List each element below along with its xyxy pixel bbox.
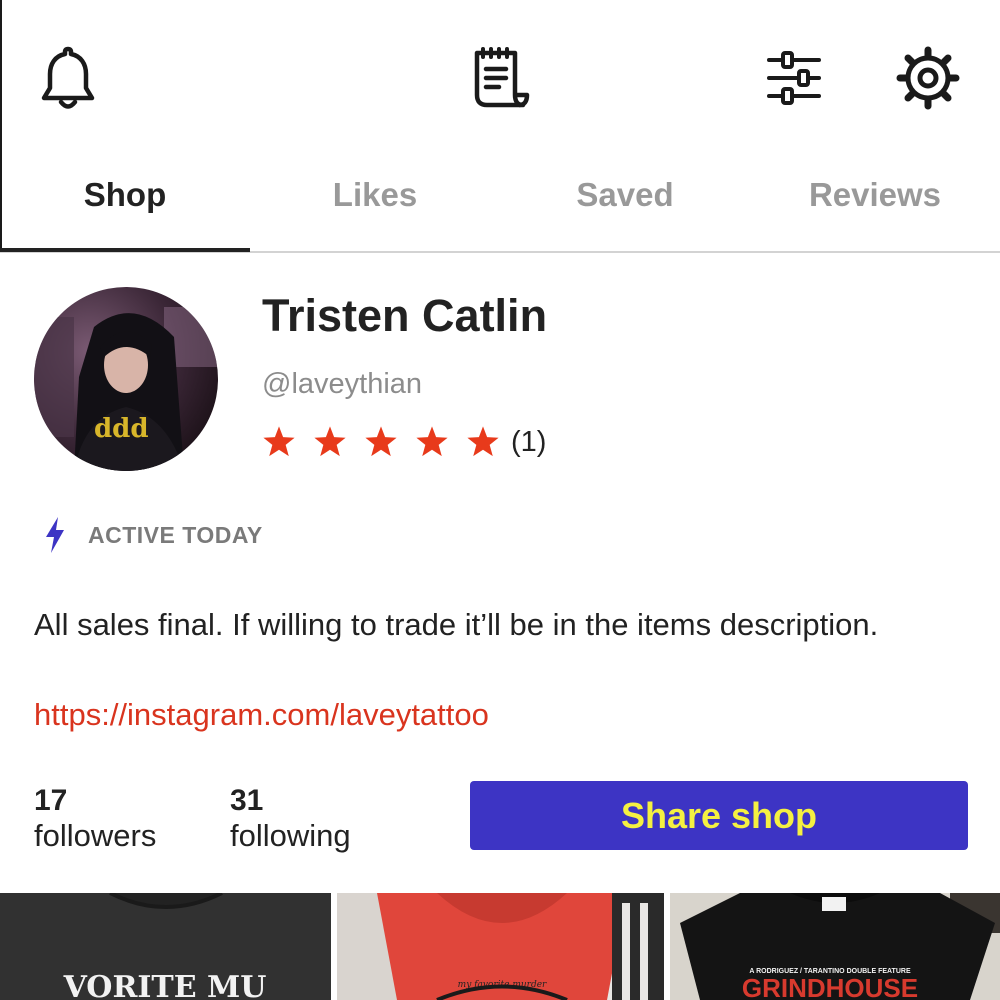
listing-thumbnail[interactable]: my favorite murder	[337, 893, 664, 1000]
tab-reviews[interactable]: Reviews	[750, 176, 1000, 214]
tab-shop[interactable]: Shop	[0, 176, 250, 214]
share-shop-button[interactable]: Share shop	[470, 781, 968, 850]
listing-thumbnail[interactable]: A RODRIGUEZ / TARANTINO DOUBLE FEATURE G…	[670, 893, 1000, 1000]
star-icon	[467, 426, 499, 457]
profile-bio: All sales final. If willing to trade it’…	[34, 607, 879, 642]
star-icon	[365, 426, 397, 457]
activity-label: ACTIVE TODAY	[88, 521, 263, 548]
star-icon	[314, 426, 346, 457]
tab-saved[interactable]: Saved	[500, 176, 750, 214]
following-count: 31	[230, 784, 264, 817]
gear-icon[interactable]	[896, 42, 960, 114]
tab-likes[interactable]: Likes	[250, 176, 500, 214]
activity-status: ACTIVE TODAY	[44, 517, 263, 553]
bell-icon[interactable]	[36, 42, 100, 114]
svg-text:ddd: ddd	[94, 414, 149, 444]
receipt-icon[interactable]	[468, 42, 532, 114]
followers-label: followers	[34, 818, 157, 853]
sliders-icon[interactable]	[762, 42, 826, 114]
profile-name: Tristen Catlin	[262, 290, 548, 341]
following-stat[interactable]: 31 following	[230, 784, 351, 854]
star-icon	[416, 426, 448, 457]
avatar[interactable]: ddd	[34, 287, 218, 471]
profile-handle: @laveythian	[262, 368, 423, 400]
listing-shirt-title: GRINDHOUSE	[742, 973, 918, 1000]
profile-link[interactable]: https://instagram.com/laveytattoo	[34, 697, 489, 733]
followers-count: 17	[34, 784, 68, 817]
following-label: following	[230, 818, 351, 853]
rating-stars[interactable]: (1)	[262, 425, 546, 459]
listing-thumbnail[interactable]: VORITE MU	[0, 893, 331, 1000]
rating-count: (1)	[511, 425, 547, 458]
left-border	[0, 0, 2, 252]
followers-stat[interactable]: 17 followers	[34, 784, 156, 854]
star-icon	[263, 426, 295, 457]
active-tab-indicator	[0, 248, 250, 252]
lightning-bolt-icon	[46, 517, 64, 553]
listing-shirt-text: VORITE MU	[63, 970, 267, 1000]
